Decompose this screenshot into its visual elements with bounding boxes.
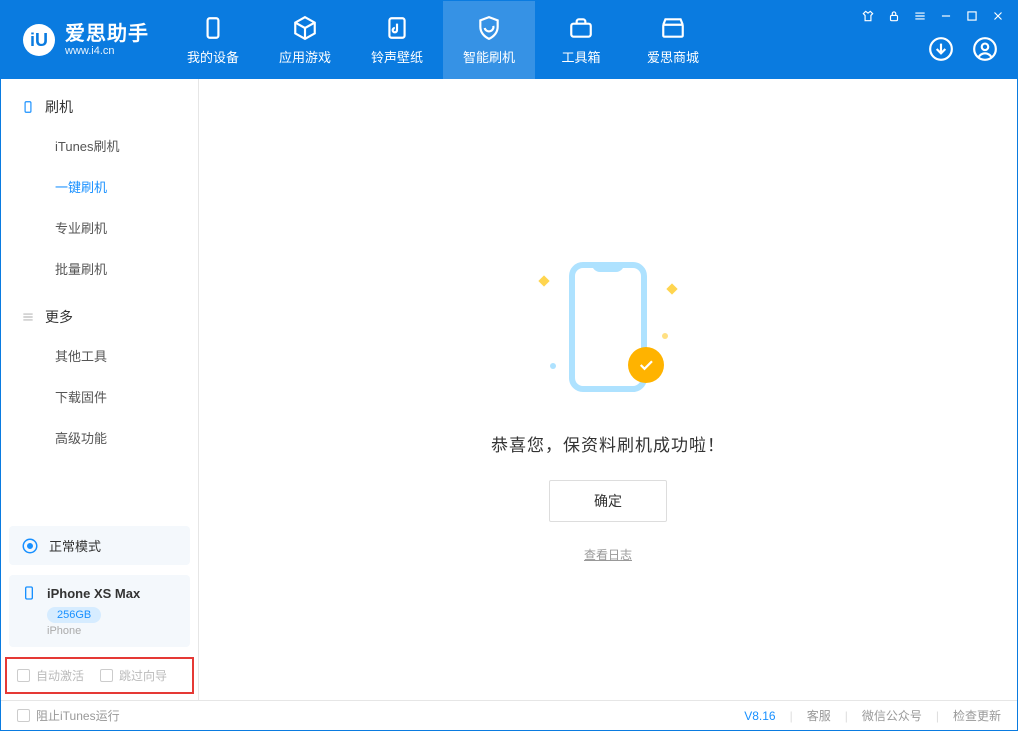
footer-link-wechat[interactable]: 微信公众号	[862, 707, 922, 724]
tab-label: 工具箱	[561, 47, 600, 66]
checkbox-block-itunes[interactable]: 阻止iTunes运行	[17, 707, 120, 724]
tab-my-device[interactable]: 我的设备	[167, 1, 259, 79]
lock-icon[interactable]	[886, 8, 902, 24]
sidebar-item-itunes-flash[interactable]: iTunes刷机	[1, 125, 198, 166]
mode-icon	[21, 537, 39, 555]
view-log-link[interactable]: 查看日志	[584, 546, 632, 563]
main-content: 恭喜您，保资料刷机成功啦！ 确定 查看日志	[199, 79, 1017, 700]
sidebar-item-batch-flash[interactable]: 批量刷机	[1, 248, 198, 289]
device-capacity: 256GB	[47, 607, 101, 623]
sidebar-item-oneclick-flash[interactable]: 一键刷机	[1, 166, 198, 207]
tab-flash[interactable]: 智能刷机	[443, 1, 535, 79]
sidebar-item-advanced[interactable]: 高级功能	[1, 417, 198, 458]
tab-ringtones[interactable]: 铃声壁纸	[351, 1, 443, 79]
tab-apps[interactable]: 应用游戏	[259, 1, 351, 79]
footer-link-update[interactable]: 检查更新	[953, 707, 1001, 724]
nav-tabs: 我的设备 应用游戏 铃声壁纸 智能刷机 工具箱 爱思商城	[167, 1, 719, 79]
checkbox-icon	[100, 669, 113, 682]
device-card[interactable]: iPhone XS Max 256GB iPhone	[9, 575, 190, 647]
header-actions	[926, 34, 1000, 64]
music-file-icon	[384, 15, 410, 41]
device-icon	[21, 100, 35, 114]
shirt-icon[interactable]	[860, 8, 876, 24]
footer: 阻止iTunes运行 V8.16 | 客服 | 微信公众号 | 检查更新	[1, 700, 1017, 730]
section-title: 更多	[45, 307, 73, 327]
checkbox-label: 跳过向导	[119, 667, 167, 684]
sidebar-item-pro-flash[interactable]: 专业刷机	[1, 207, 198, 248]
device-name: iPhone XS Max	[47, 586, 140, 601]
tab-label: 铃声壁纸	[371, 47, 423, 66]
tab-label: 智能刷机	[463, 47, 515, 66]
mode-label: 正常模式	[49, 536, 101, 555]
phone-icon	[200, 15, 226, 41]
close-button[interactable]	[990, 8, 1006, 24]
logo-area: iU 爱思助手 www.i4.cn	[1, 1, 167, 79]
flash-options: 自动激活 跳过向导	[5, 657, 194, 694]
sidebar-item-other-tools[interactable]: 其他工具	[1, 335, 198, 376]
tab-label: 我的设备	[187, 47, 239, 66]
checkbox-label: 阻止iTunes运行	[36, 707, 120, 724]
user-button[interactable]	[970, 34, 1000, 64]
success-message: 恭喜您，保资料刷机成功啦！	[491, 431, 725, 456]
sidebar-item-download-firmware[interactable]: 下载固件	[1, 376, 198, 417]
section-title: 刷机	[45, 97, 73, 117]
footer-link-support[interactable]: 客服	[807, 707, 831, 724]
device-type: iPhone	[47, 625, 178, 637]
app-logo-icon: iU	[23, 24, 55, 56]
checkbox-icon	[17, 709, 30, 722]
menu-icon[interactable]	[912, 8, 928, 24]
sidebar-section-more: 更多	[1, 289, 198, 335]
app-title: 爱思助手	[65, 23, 149, 45]
list-icon	[21, 310, 35, 324]
tab-toolbox[interactable]: 工具箱	[535, 1, 627, 79]
app-site: www.i4.cn	[65, 45, 149, 57]
minimize-button[interactable]	[938, 8, 954, 24]
checkbox-label: 自动激活	[36, 667, 84, 684]
device-mode[interactable]: 正常模式	[9, 526, 190, 565]
cube-icon	[292, 15, 318, 41]
sidebar: 刷机 iTunes刷机 一键刷机 专业刷机 批量刷机 更多 其他工具 下载固件 …	[1, 79, 199, 700]
header: iU 爱思助手 www.i4.cn 我的设备 应用游戏 铃声壁纸 智能刷机 工具…	[1, 1, 1017, 79]
tab-store[interactable]: 爱思商城	[627, 1, 719, 79]
ok-button[interactable]: 确定	[549, 480, 667, 522]
download-button[interactable]	[926, 34, 956, 64]
maximize-button[interactable]	[964, 8, 980, 24]
window-controls	[860, 8, 1006, 24]
tab-label: 应用游戏	[279, 47, 331, 66]
success-illustration	[518, 247, 698, 407]
store-icon	[660, 15, 686, 41]
check-badge-icon	[628, 347, 664, 383]
checkbox-icon	[17, 669, 30, 682]
toolbox-icon	[568, 15, 594, 41]
tab-label: 爱思商城	[647, 47, 699, 66]
version-label: V8.16	[744, 709, 775, 723]
checkbox-auto-activate[interactable]: 自动激活	[17, 667, 84, 684]
sidebar-section-flash: 刷机	[1, 79, 198, 125]
shield-refresh-icon	[476, 15, 502, 41]
checkbox-skip-guide[interactable]: 跳过向导	[100, 667, 167, 684]
phone-icon	[21, 585, 37, 601]
